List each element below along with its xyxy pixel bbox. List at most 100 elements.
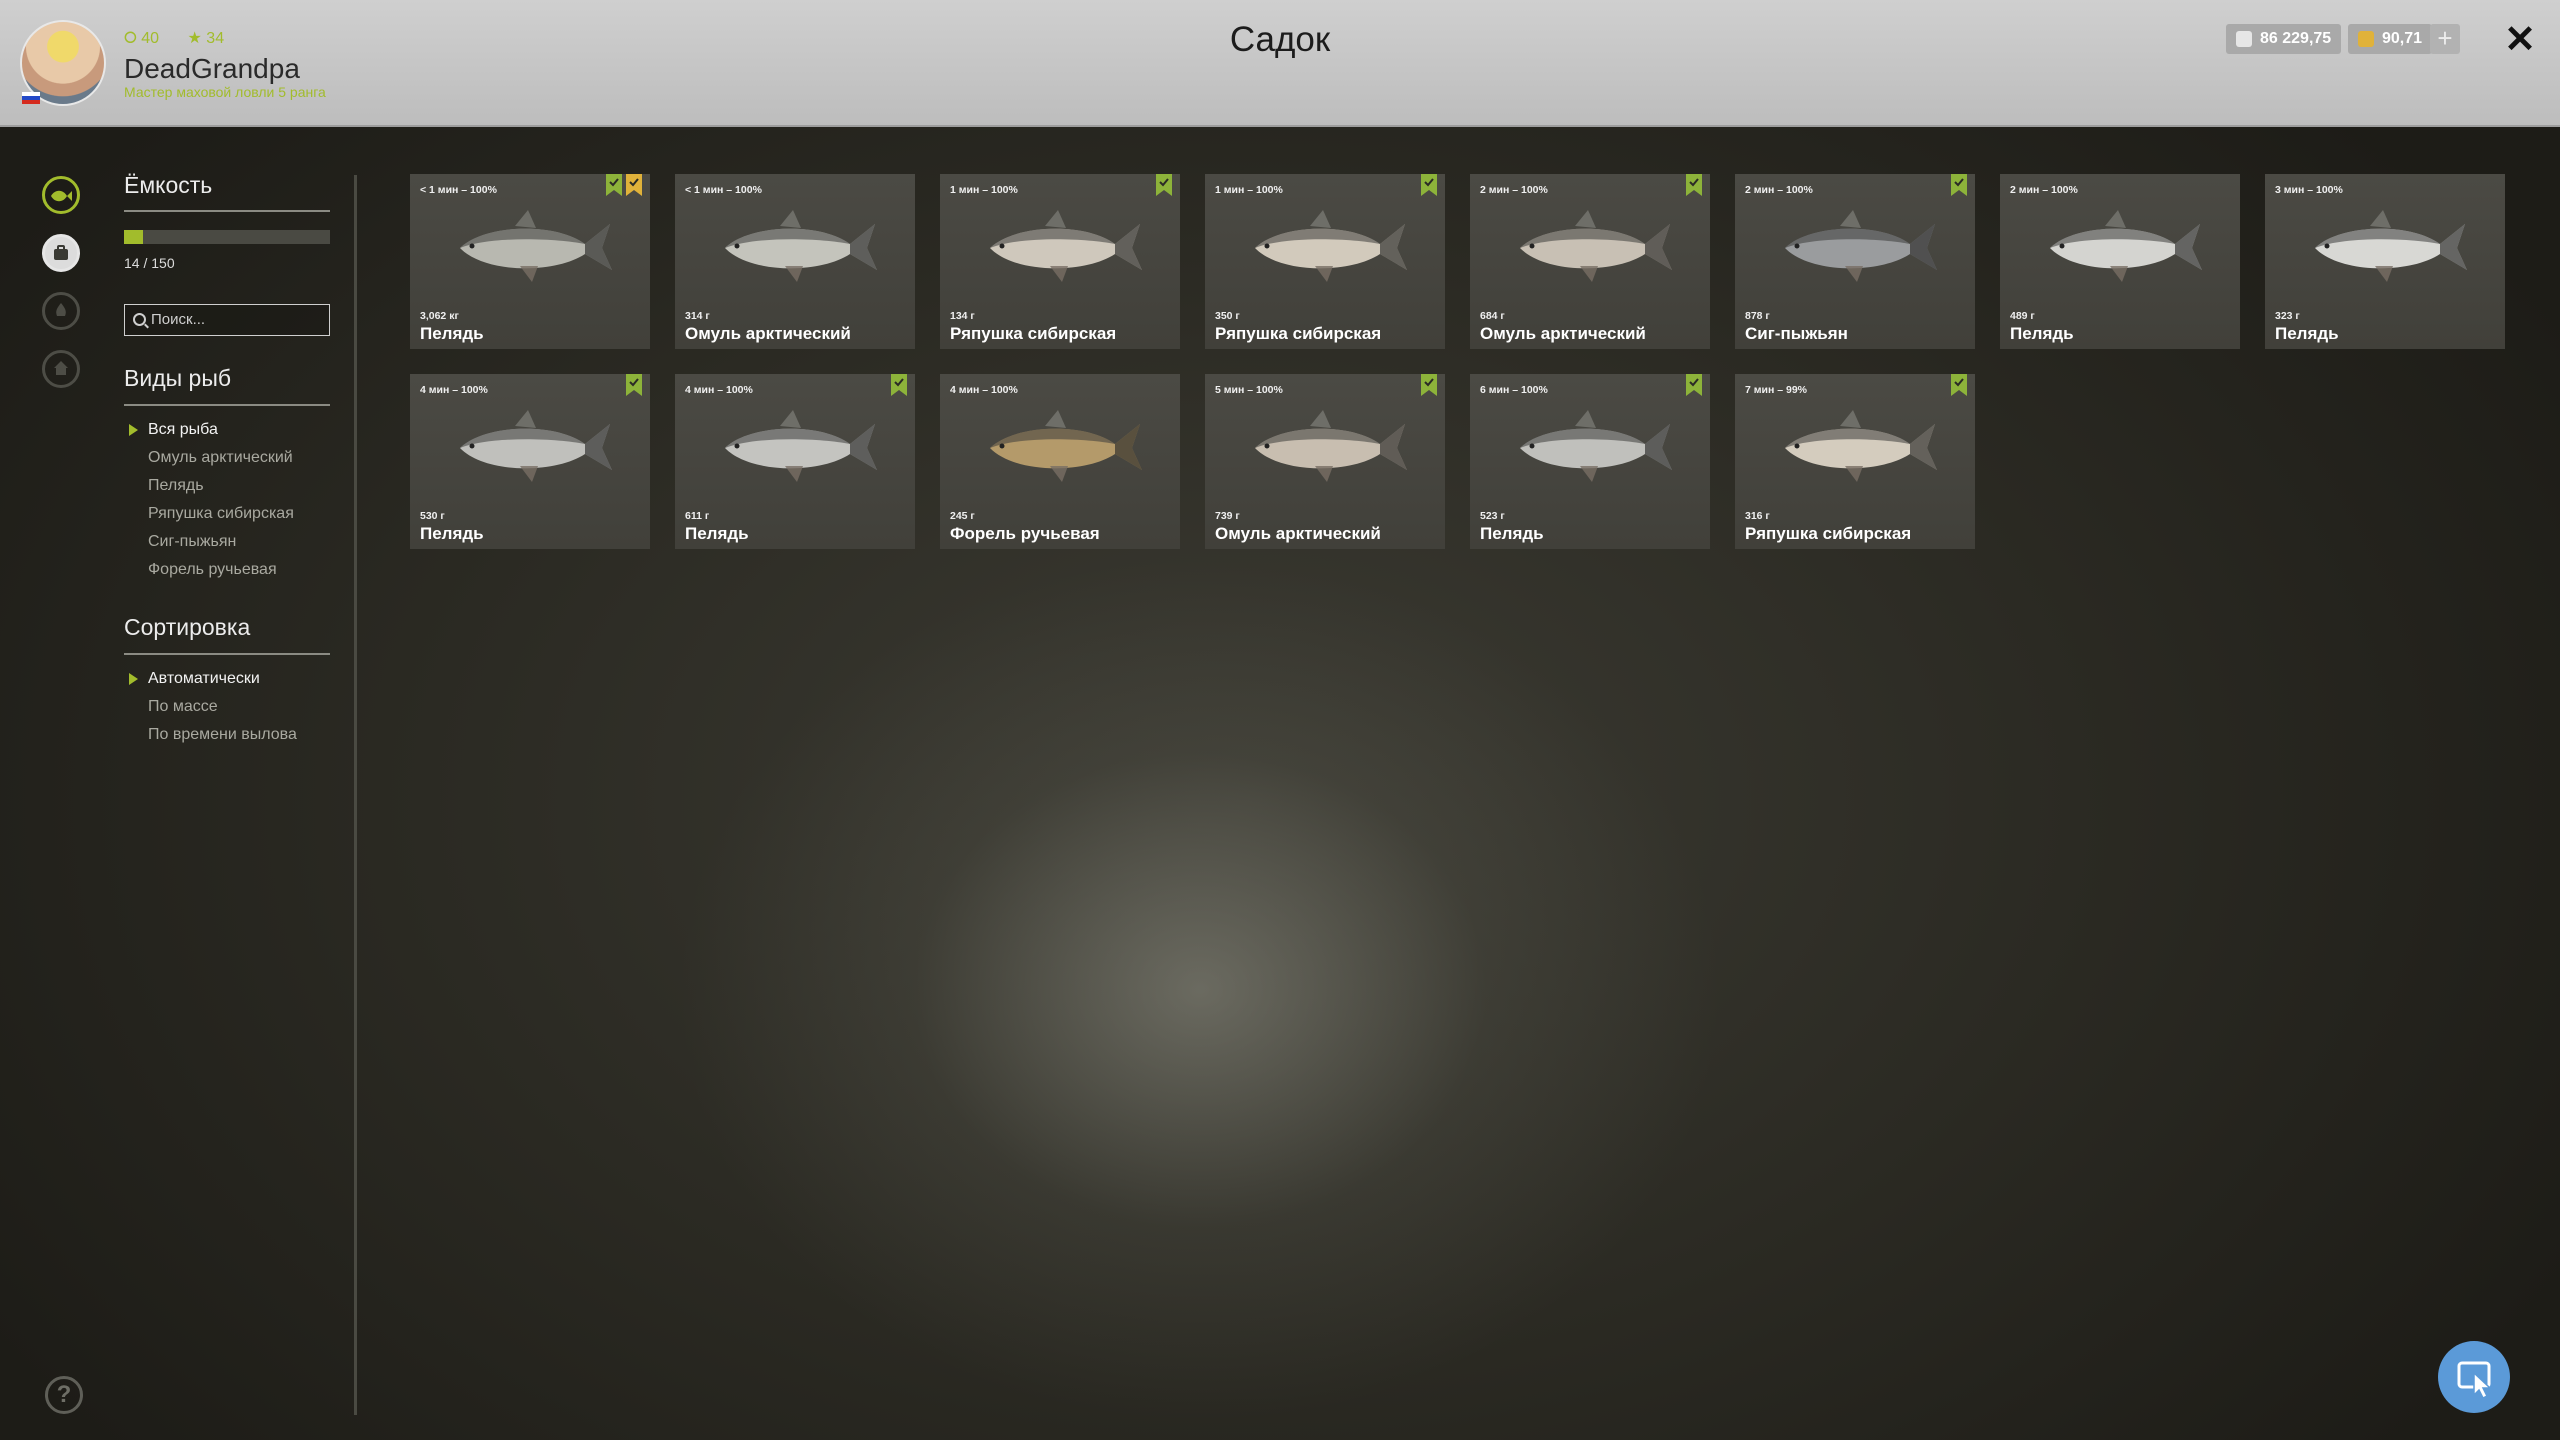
fish-card[interactable]: 2 мин – 100% 489 г Пелядь — [2000, 174, 2240, 349]
catch-time: < 1 мин – 100% — [685, 184, 762, 196]
fish-weight: 245 г — [950, 510, 975, 522]
fish-icon — [1255, 210, 1407, 282]
fish-icon — [1785, 210, 1937, 282]
record-badge-icon — [1686, 374, 1702, 396]
sort-option-item[interactable]: По времени вылова — [148, 726, 297, 744]
fish-card[interactable]: 3 мин – 100% 323 г Пелядь — [2265, 174, 2505, 349]
fish-icon — [1520, 410, 1672, 482]
fish-name: Форель ручьевая — [950, 524, 1100, 543]
fish-card[interactable]: 1 мин – 100% 350 г Ряпушка сибирская — [1205, 174, 1445, 349]
fish-weight: 739 г — [1215, 510, 1240, 522]
sort-title: Сортировка — [124, 614, 251, 640]
fish-icon — [990, 410, 1142, 482]
species-filter-item[interactable]: Вся рыба — [129, 421, 218, 439]
capacity-bar — [124, 230, 330, 244]
keepnet-fish-icon[interactable] — [42, 176, 80, 214]
catch-time: 4 мин – 100% — [420, 384, 488, 396]
top-bar: ⭘ 40 ★ 34 DeadGrandpa Мастер маховой лов… — [0, 0, 2560, 127]
species-filter-item[interactable]: Ряпушка сибирская — [148, 505, 294, 523]
fish-name: Ряпушка сибирская — [950, 324, 1117, 343]
campfire-icon[interactable] — [42, 292, 80, 330]
page-title: Садок — [1229, 20, 1331, 59]
record-badge-icon — [1156, 174, 1172, 196]
fish-weight: 489 г — [2010, 310, 2035, 322]
capacity-divider — [124, 210, 330, 212]
capacity-title: Ёмкость — [124, 172, 213, 198]
species-filter-item[interactable]: Пелядь — [148, 477, 204, 495]
catch-time: 3 мин – 100% — [2275, 184, 2343, 196]
fish-name: Пелядь — [420, 324, 484, 343]
fish-card[interactable]: 6 мин – 100% 523 г Пелядь — [1470, 374, 1710, 549]
catch-time: 1 мин – 100% — [1215, 184, 1283, 196]
cursor-mode-button[interactable] — [2438, 1341, 2510, 1413]
fish-name: Пелядь — [2275, 324, 2339, 343]
fish-weight: 878 г — [1745, 310, 1770, 322]
fish-icon — [2050, 210, 2202, 282]
fish-name: Сиг-пыжьян — [1745, 324, 1848, 343]
fish-icon — [725, 410, 877, 482]
fish-weight: 323 г — [2275, 310, 2300, 322]
search-icon — [133, 313, 146, 326]
record-badge-icon — [1421, 374, 1437, 396]
fish-card[interactable]: 1 мин – 100% 134 г Ряпушка сибирская — [940, 174, 1180, 349]
species-filter-item[interactable]: Омуль арктический — [148, 449, 293, 467]
fish-icon — [1255, 410, 1407, 482]
fish-weight: 350 г — [1215, 310, 1240, 322]
fish-name: Омуль арктический — [685, 324, 851, 343]
fish-name: Ряпушка сибирская — [1745, 524, 1912, 543]
house-icon[interactable] — [42, 350, 80, 388]
record-badge-icon — [1951, 374, 1967, 396]
trophy-badge-icon — [626, 174, 642, 196]
help-button[interactable]: ? — [45, 1376, 83, 1414]
fish-icon — [1520, 210, 1672, 282]
record-badge-icon — [891, 374, 907, 396]
catch-time: < 1 мин – 100% — [420, 184, 497, 196]
fish-icon — [1785, 410, 1937, 482]
gold-coin-icon — [2358, 31, 2374, 47]
fish-card[interactable]: 4 мин – 100% 611 г Пелядь — [675, 374, 915, 549]
sort-option-item[interactable]: По массе — [148, 698, 218, 716]
sort-option-item[interactable]: Автоматически — [129, 670, 260, 688]
gold-value: 90,71 — [2382, 30, 2423, 47]
fish-name: Омуль арктический — [1480, 324, 1646, 343]
fish-card[interactable]: 4 мин – 100% 245 г Форель ручьевая — [940, 374, 1180, 549]
fish-weight: 314 г — [685, 310, 710, 322]
species-filter-item[interactable]: Сиг-пыжьян — [148, 533, 236, 551]
close-button[interactable]: ✕ — [2500, 20, 2540, 60]
fish-card[interactable]: < 1 мин – 100% 314 г Омуль арктический — [675, 174, 915, 349]
rank-text: Мастер маховой ловли 5 ранга — [124, 84, 326, 100]
cursor-icon — [2457, 1361, 2492, 1400]
fish-name: Омуль арктический — [1215, 524, 1381, 543]
fish-icon — [2315, 210, 2467, 282]
record-badge-icon — [606, 174, 622, 196]
gold-balance: 90,71 — [2348, 24, 2433, 54]
catch-time: 5 мин – 100% — [1215, 384, 1283, 396]
record-badge-icon — [626, 374, 642, 396]
fish-icon — [460, 210, 612, 282]
fish-name: Пелядь — [2010, 324, 2074, 343]
search-input[interactable]: Поиск... — [124, 304, 330, 336]
catch-time: 2 мин – 100% — [1745, 184, 1813, 196]
add-currency-button[interactable]: + — [2430, 24, 2460, 54]
fish-card[interactable]: 2 мин – 100% 878 г Сиг-пыжьян — [1735, 174, 1975, 349]
bag-icon[interactable] — [42, 234, 80, 272]
catch-time: 4 мин – 100% — [950, 384, 1018, 396]
species-filter-item[interactable]: Форель ручьевая — [148, 561, 277, 579]
catch-time: 4 мин – 100% — [685, 384, 753, 396]
capacity-bar-fill — [124, 230, 144, 244]
record-badge-icon — [1951, 174, 1967, 196]
fish-card[interactable]: 2 мин – 100% 684 г Омуль арктический — [1470, 174, 1710, 349]
catch-time: 7 мин – 99% — [1745, 384, 1808, 396]
fish-card[interactable]: 4 мин – 100% 530 г Пелядь — [410, 374, 650, 549]
fish-card[interactable]: < 1 мин – 100% 3,062 кг Пелядь — [410, 174, 650, 349]
fish-name: Пелядь — [1480, 524, 1544, 543]
fish-icon — [460, 410, 612, 482]
silver-balance: 86 229,75 — [2226, 24, 2342, 54]
catch-time: 1 мин – 100% — [950, 184, 1018, 196]
fish-card[interactable]: 5 мин – 100% 739 г Омуль арктический — [1205, 374, 1445, 549]
search-placeholder: Поиск... — [151, 311, 206, 328]
fish-weight: 611 г — [685, 510, 710, 522]
fish-card[interactable]: 7 мин – 99% 316 г Ряпушка сибирская — [1735, 374, 1975, 549]
flag-icon — [22, 92, 40, 104]
fish-weight: 3,062 кг — [420, 310, 459, 322]
